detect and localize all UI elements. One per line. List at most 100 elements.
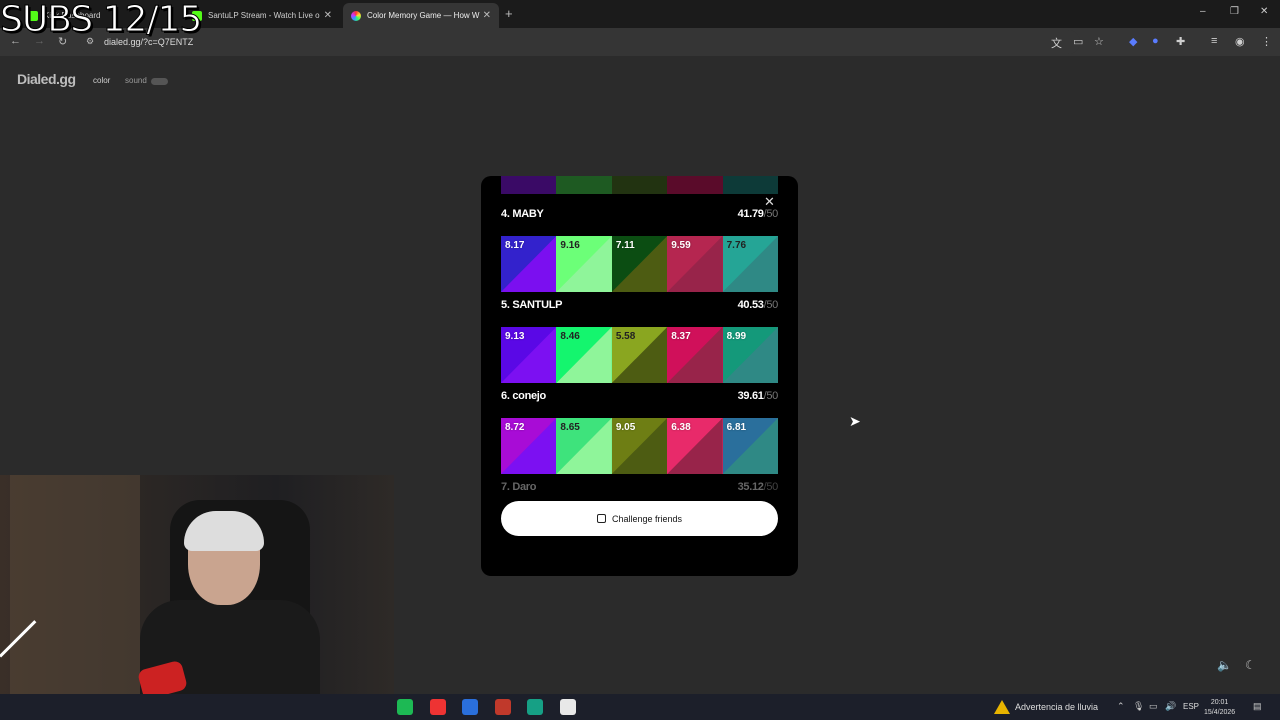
tool-app-icon[interactable] (560, 699, 576, 715)
color-swatch: 6.38 (667, 418, 723, 474)
dark-mode-moon-icon[interactable]: ☾ (1245, 658, 1256, 672)
language-indicator[interactable]: ESP (1183, 702, 1199, 711)
peek-swatch (501, 176, 557, 194)
volume-icon[interactable]: 🔈 (1217, 658, 1232, 672)
swatch-score: 5.58 (615, 331, 636, 342)
leaderboard-entry: 5. SANTULP 40.53/50 9.13 8.46 5.58 8.37 8.99 (501, 299, 778, 383)
nav-sound-link[interactable]: sound (125, 76, 147, 85)
cast-icon[interactable]: ▭ (1073, 35, 1083, 48)
color-swatch: 8.65 (556, 418, 612, 474)
challenge-label: Challenge friends (611, 513, 683, 524)
leaderboard-entry: 6. conejo 39.61/50 8.72 8.65 9.05 6.38 6.81 (501, 390, 778, 474)
tab-label: SantuLP Stream - Watch Live o (208, 11, 320, 20)
swatch-score: 8.72 (505, 422, 525, 433)
color-swatch: 8.17 (501, 236, 557, 292)
obs-app-icon[interactable] (430, 699, 446, 715)
swatch-score: 6.38 (671, 422, 691, 433)
dialed-favicon-icon (351, 10, 361, 21)
entry-rank-name: 5. SANTULP (501, 299, 563, 311)
swatch-score: 8.37 (671, 331, 691, 342)
color-swatch: 8.37 (667, 327, 723, 383)
color-swatch: 7.11 (611, 236, 668, 292)
entry-score: 41.79/50 (737, 208, 779, 226)
outlook-app-icon[interactable] (462, 699, 478, 715)
extension-shield-icon[interactable]: ● (1152, 35, 1159, 47)
stream-app-icon[interactable] (495, 699, 511, 715)
score-value: 41.79 (737, 208, 764, 220)
subs-counter-overlay: SUBS 12/15 (0, 0, 203, 40)
bookmark-star-icon[interactable]: ☆ (1094, 35, 1104, 48)
close-window-button[interactable]: ✕ (1260, 6, 1268, 17)
profile-avatar-icon[interactable]: ◉ (1235, 35, 1245, 48)
entry-score: 39.61/50 (738, 390, 779, 408)
tray-expand-icon[interactable]: ⌃ (1117, 701, 1125, 712)
score-max: /50 (763, 390, 779, 402)
clock-date: 15/4/2026 (1204, 709, 1236, 716)
leaderboard-entry: 4. MABY 41.79/50 8.17 9.16 7.11 9.59 7.76 (501, 208, 778, 292)
weather-warning-icon[interactable] (994, 700, 1010, 714)
color-swatch: 9.05 (611, 418, 668, 474)
clock-time: 20:01 (1210, 699, 1229, 706)
leaderboard-entry: 7. Daro 35.12/50 (501, 481, 778, 499)
swatch-score: 6.81 (726, 422, 747, 433)
swatch-score: 8.17 (505, 240, 525, 251)
swatch-row: 8.72 8.65 9.05 6.38 6.81 (501, 418, 779, 474)
swatch-score: 8.65 (560, 422, 580, 433)
windows-taskbar: Advertencia de lluvia ⌃ 🎙 ▭ 🔊 ESP 20:01 … (0, 694, 1280, 720)
media-control-icon[interactable]: ≡ (1211, 35, 1217, 47)
color-swatch: 8.99 (722, 327, 779, 383)
swatch-score: 9.59 (671, 240, 691, 251)
webcam-background-door (10, 475, 140, 720)
microphone-icon[interactable]: 🎙 (1133, 701, 1144, 712)
entry-rank-name: 7. Daro (501, 481, 537, 493)
network-icon[interactable]: ▭ (1149, 701, 1158, 712)
speaker-icon[interactable]: 🔊 (1165, 701, 1176, 712)
address-bar[interactable]: ⚙ dialed.gg/?c=Q7ENTZ (80, 30, 1080, 54)
swatch-score: 7.76 (726, 240, 747, 251)
site-logo[interactable]: Dialed.gg (17, 71, 76, 87)
restore-button[interactable]: ❐ (1230, 6, 1239, 17)
tab-close-icon[interactable]: ✕ (324, 10, 332, 21)
color-swatch: 8.72 (501, 418, 557, 474)
weather-text[interactable]: Advertencia de lluvia (1015, 702, 1098, 712)
swatch-score: 9.16 (560, 240, 580, 251)
spotify-app-icon[interactable] (397, 699, 413, 715)
translate-icon[interactable]: 文 (1051, 35, 1062, 51)
score-max: /50 (763, 299, 779, 311)
new-tab-button[interactable]: + (505, 6, 513, 21)
entry-rank-name: 4. MABY (501, 208, 544, 220)
color-swatch: 5.58 (611, 327, 668, 383)
swatch-score: 8.99 (726, 331, 747, 342)
extension-icon[interactable]: ◆ (1129, 35, 1137, 48)
copy-icon (596, 514, 606, 523)
peek-swatch (556, 176, 612, 194)
notifications-icon[interactable]: ▤ (1253, 701, 1262, 712)
extensions-puzzle-icon[interactable]: ✚ (1176, 35, 1185, 48)
sound-toggle[interactable] (151, 78, 168, 85)
swatch-score: 8.46 (560, 331, 580, 342)
tab-color-memory-game[interactable]: Color Memory Game — How W ✕ (343, 3, 499, 28)
challenge-friends-button[interactable]: Challenge friends (501, 501, 778, 536)
swatch-score: 9.13 (505, 331, 525, 342)
browser-menu-icon[interactable]: ⋮ (1261, 35, 1272, 48)
mouse-cursor-icon: ➤ (849, 413, 861, 429)
minimize-button[interactable]: – (1200, 6, 1206, 17)
swatch-score: 9.05 (615, 422, 636, 433)
webcam-overlay (0, 475, 394, 720)
swatch-row: 8.17 9.16 7.11 9.59 7.76 (501, 236, 779, 292)
tab-close-icon[interactable]: ✕ (483, 10, 491, 21)
color-swatch: 9.59 (667, 236, 723, 292)
nav-color-link[interactable]: color (93, 76, 110, 85)
peek-swatch (611, 176, 668, 194)
swatch-row: 9.13 8.46 5.58 8.37 8.99 (501, 327, 779, 383)
tab-santulp-stream[interactable]: SantuLP Stream - Watch Live o ✕ (184, 3, 340, 28)
tab-label: Color Memory Game — How W (367, 11, 480, 20)
leaderboard-modal: ✕ 4. MABY 41.79/50 8.17 9.16 7.11 9.59 7.76 … (481, 176, 798, 576)
score-value: 40.53 (737, 299, 764, 311)
sheets-app-icon[interactable] (527, 699, 543, 715)
color-swatch: 6.81 (722, 418, 779, 474)
previous-entry-swatches (501, 176, 779, 194)
color-swatch: 9.16 (556, 236, 612, 292)
swatch-score: 7.11 (615, 240, 635, 251)
system-clock[interactable]: 20:01 15/4/2026 (1204, 698, 1235, 718)
